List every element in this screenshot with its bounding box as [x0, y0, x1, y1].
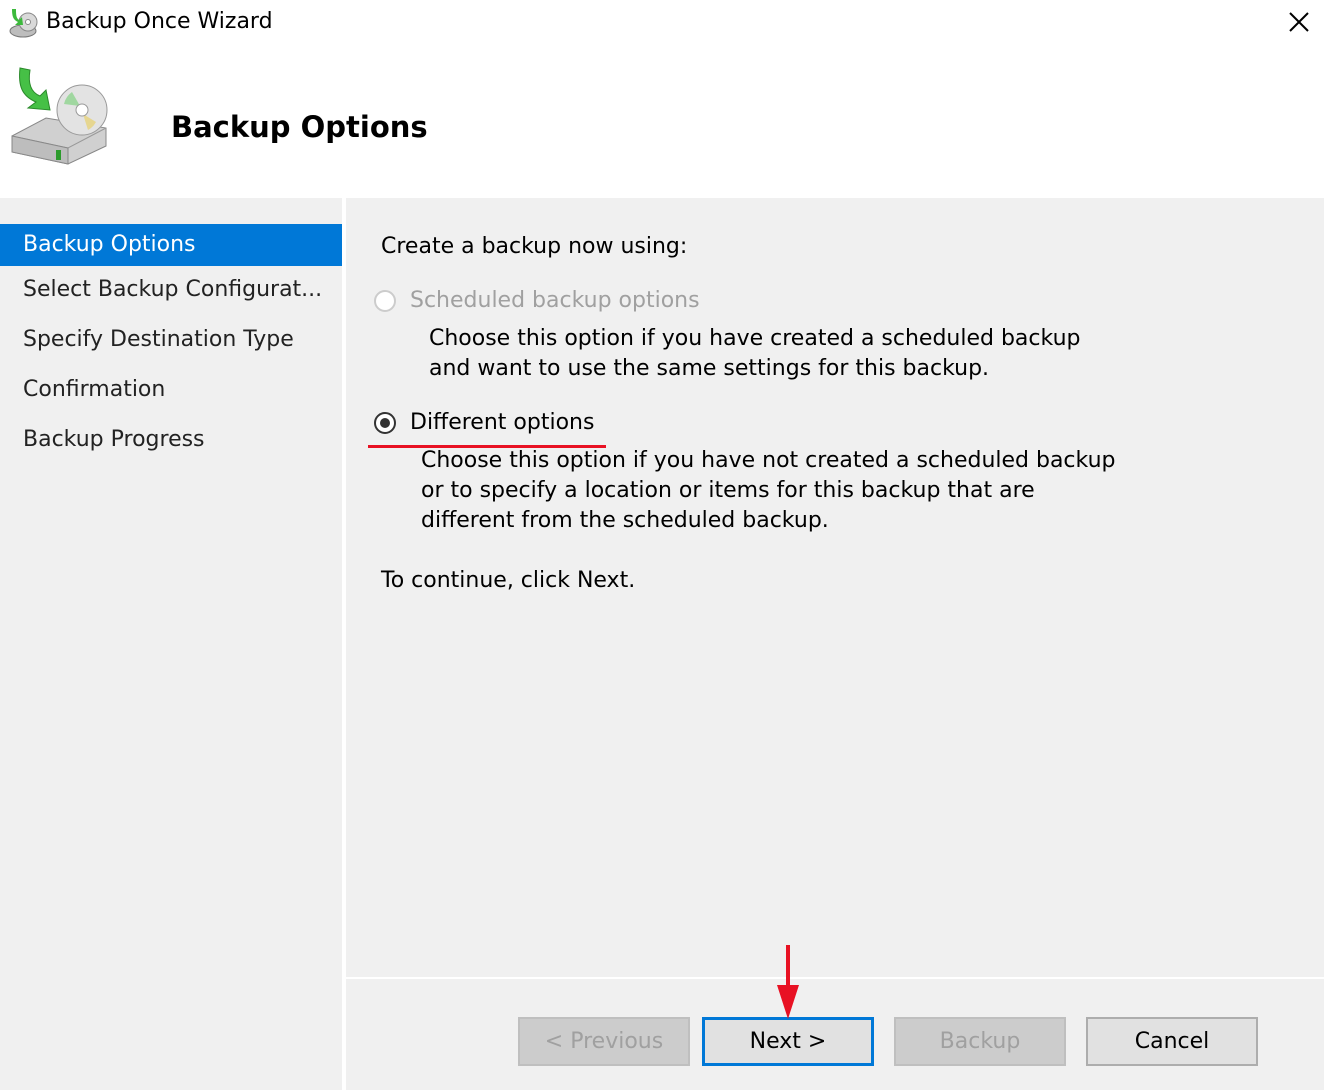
backup-button[interactable]: Backup: [894, 1017, 1066, 1066]
close-button[interactable]: [1274, 0, 1324, 44]
backup-drive-disc-icon: [11, 67, 108, 165]
radio-label: Scheduled backup options: [410, 288, 700, 313]
scheduled-option-description: Choose this option if you have created a…: [429, 324, 1080, 384]
wizard-content: Create a backup now using: Scheduled bac…: [346, 198, 1324, 978]
cancel-button[interactable]: Cancel: [1086, 1017, 1258, 1066]
radio-button-selected[interactable]: [374, 411, 396, 434]
close-icon: [1289, 12, 1309, 32]
sidebar-item-backup-options[interactable]: Backup Options: [0, 224, 342, 266]
description-line: or to specify a location or items for th…: [421, 478, 1035, 503]
description-line: and want to use the same settings for th…: [429, 356, 990, 381]
description-line: Choose this option if you have created a…: [429, 326, 1081, 351]
radio-button-unselected[interactable]: [374, 289, 396, 312]
title-bar: Backup Once Wizard: [0, 0, 1324, 46]
window-title: Backup Once Wizard: [46, 9, 273, 34]
next-button[interactable]: Next >: [702, 1017, 874, 1066]
wizard-header: Backup Options: [0, 46, 1324, 198]
description-line: different from the scheduled backup.: [421, 508, 829, 533]
continue-instruction: To continue, click Next.: [381, 568, 636, 593]
wizard-steps-sidebar: Backup Options Select Backup Configurat.…: [0, 198, 342, 1090]
radio-dot: [380, 417, 390, 428]
sidebar-item-select-backup-configuration[interactable]: Select Backup Configurat...: [0, 269, 342, 311]
intro-text: Create a backup now using:: [381, 234, 688, 259]
scheduled-backup-options-radio[interactable]: Scheduled backup options: [374, 288, 700, 313]
sidebar-item-confirmation[interactable]: Confirmation: [0, 369, 342, 411]
description-line: Choose this option if you have not creat…: [421, 448, 1116, 473]
radio-label: Different options: [410, 410, 595, 435]
backup-wizard-icon: [9, 9, 38, 38]
sidebar-item-backup-progress[interactable]: Backup Progress: [0, 419, 342, 461]
different-option-description: Choose this option if you have not creat…: [421, 446, 1116, 536]
sidebar-item-specify-destination-type[interactable]: Specify Destination Type: [0, 319, 342, 361]
different-options-radio[interactable]: Different options: [374, 410, 594, 435]
previous-button[interactable]: < Previous: [518, 1017, 690, 1066]
footer-separator: [346, 977, 1324, 979]
annotation-underline: [368, 445, 606, 448]
page-title: Backup Options: [171, 110, 428, 144]
annotation-arrow-icon: [777, 945, 799, 1019]
